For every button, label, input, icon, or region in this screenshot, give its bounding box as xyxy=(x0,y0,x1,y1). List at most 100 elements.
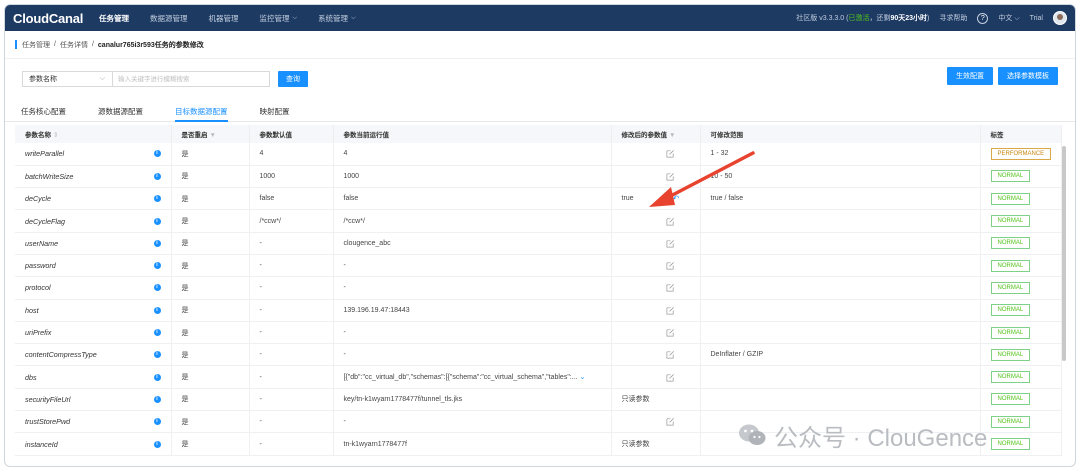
tag-cell: NORMAL xyxy=(980,209,1062,233)
edit-icon[interactable] xyxy=(666,373,675,382)
edit-icon[interactable] xyxy=(666,239,675,248)
table-scrollbar[interactable] xyxy=(1062,146,1066,361)
info-icon[interactable]: i xyxy=(153,440,161,448)
edit-icon[interactable] xyxy=(666,306,675,315)
nav-item-monitor[interactable]: 监控管理 ⌵ xyxy=(260,13,298,24)
current-value-cell: - xyxy=(333,254,612,278)
info-icon[interactable]: i xyxy=(153,239,161,247)
new-value-cell xyxy=(611,276,701,300)
default-value-cell: /*ccw*/ xyxy=(249,209,334,233)
tag-cell: NORMAL xyxy=(980,254,1062,278)
restart-cell: 是 xyxy=(171,232,250,255)
restart-cell: 是 xyxy=(171,299,250,322)
select-template-button[interactable]: 选择参数模板 xyxy=(998,67,1058,85)
tab-core-config[interactable]: 任务核心配置 xyxy=(21,99,66,122)
param-name-cell: batchWriteSize i xyxy=(15,165,172,189)
new-value-cell xyxy=(611,410,701,434)
info-icon[interactable]: i xyxy=(153,217,161,225)
edit-icon[interactable] xyxy=(666,283,675,292)
new-value-cell xyxy=(611,232,701,255)
help-link[interactable]: 寻求帮助 xyxy=(939,13,967,23)
new-value-cell xyxy=(611,209,701,233)
avatar[interactable] xyxy=(1053,11,1067,25)
param-name-cell: uriPrefix i xyxy=(15,321,172,345)
default-value-cell: - xyxy=(249,276,334,300)
edit-icon[interactable] xyxy=(666,328,675,337)
info-icon[interactable]: i xyxy=(153,329,161,337)
column-header-restart[interactable]: 是否重启 ▼ xyxy=(171,125,250,143)
info-icon[interactable]: i xyxy=(153,195,161,203)
edit-icon[interactable] xyxy=(666,217,675,226)
tag-cell: NORMAL xyxy=(980,299,1062,322)
search-input[interactable] xyxy=(112,71,270,87)
tag-badge: NORMAL xyxy=(990,259,1031,272)
default-value-cell: 1000 xyxy=(249,165,334,189)
table-row: uriPrefix i 是 - - NORMAL xyxy=(15,321,1062,345)
column-header-default: 参数默认值 xyxy=(249,125,334,143)
edit-icon[interactable] xyxy=(666,417,675,426)
logo: CloudCanal xyxy=(13,10,84,26)
undo-icon[interactable]: ↶ xyxy=(673,194,680,203)
param-name-cell: writeParallel i xyxy=(15,143,172,166)
param-name-cell: password i xyxy=(15,254,172,278)
filter-icon[interactable]: ▼ xyxy=(669,132,675,139)
apply-config-button[interactable]: 生效配置 xyxy=(947,67,993,85)
edit-icon[interactable] xyxy=(666,172,675,181)
restart-cell: 是 xyxy=(171,209,250,233)
restart-cell: 是 xyxy=(171,165,250,189)
edit-icon[interactable] xyxy=(666,261,675,270)
help-icon[interactable]: ? xyxy=(977,12,989,24)
info-icon[interactable]: i xyxy=(153,373,161,381)
tab-mapping-config[interactable]: 映射配置 xyxy=(260,99,290,122)
edit-icon[interactable] xyxy=(666,350,675,359)
chevron-down-icon: ⌵ xyxy=(351,14,356,21)
current-value-cell: false xyxy=(333,187,612,211)
restart-cell: 是 xyxy=(171,343,250,367)
edit-icon[interactable] xyxy=(663,194,672,203)
config-tabs: 任务核心配置 源数据源配置 目标数据源配置 映射配置 xyxy=(5,99,1075,122)
language-select[interactable]: 中文 ⌵ xyxy=(998,13,1019,23)
chevron-down-icon: ⌵ xyxy=(99,75,105,82)
edit-icon[interactable] xyxy=(666,149,675,158)
param-table: 参数名称 ⇕ 是否重启 ▼ 参数默认值 参数当前运行值 修改后的参数值 ▼ 可修改范围… xyxy=(15,125,1062,456)
table-row: protocol i 是 - - NORMAL xyxy=(15,276,1062,300)
default-value-cell: - xyxy=(249,299,334,322)
column-header-name[interactable]: 参数名称 ⇕ xyxy=(15,125,172,143)
query-button[interactable]: 查询 xyxy=(278,71,308,87)
nav-item-system[interactable]: 系统管理 ⌵ xyxy=(318,13,356,24)
info-icon[interactable]: i xyxy=(153,284,161,292)
info-icon[interactable]: i xyxy=(153,262,161,270)
chevron-down-icon: ⌵ xyxy=(292,14,298,21)
tag-cell: NORMAL xyxy=(980,388,1062,412)
param-name-cell: dbs i xyxy=(15,365,172,389)
new-value-cell xyxy=(611,321,701,345)
info-icon[interactable]: i xyxy=(153,395,161,403)
tab-source-config[interactable]: 源数据源配置 xyxy=(98,99,143,122)
tag-badge: NORMAL xyxy=(990,237,1031,250)
new-value-cell: true ↶ xyxy=(611,187,701,211)
breadcrumb-item-task[interactable]: 任务管理 xyxy=(22,40,50,50)
filter-icon[interactable]: ▼ xyxy=(210,132,216,139)
param-field-select[interactable]: 参数名称 ⌵ xyxy=(22,71,112,87)
nav-item-task[interactable]: 任务管理 xyxy=(99,13,129,24)
range-cell: 10 - 50 xyxy=(700,165,981,189)
info-icon[interactable]: i xyxy=(153,418,161,426)
info-icon[interactable]: i xyxy=(153,351,161,359)
expand-icon[interactable]: ⌄ xyxy=(580,374,586,381)
info-icon[interactable]: i xyxy=(153,172,161,180)
sort-icon[interactable]: ⇕ xyxy=(53,132,58,139)
breadcrumb-item-detail[interactable]: 任务详情 xyxy=(60,40,88,50)
table-row: userName i 是 - clougence_abc NORMAL xyxy=(15,232,1062,255)
breadcrumb-separator: / xyxy=(91,41,94,48)
info-icon[interactable]: i xyxy=(153,150,161,158)
column-header-new-value[interactable]: 修改后的参数值 ▼ xyxy=(611,125,701,143)
param-name-cell: deCycle i xyxy=(15,187,172,211)
tab-target-config[interactable]: 目标数据源配置 xyxy=(175,99,228,122)
restart-cell: 是 xyxy=(171,365,250,389)
nav-item-machine[interactable]: 机器管理 xyxy=(209,13,239,24)
license-info: 社区版 v3.3.3.0 (已激活，还剩90天23小时) xyxy=(796,15,930,22)
info-icon[interactable]: i xyxy=(153,306,161,314)
nav-item-datasource[interactable]: 数据源管理 xyxy=(150,13,188,24)
user-name[interactable]: Trial xyxy=(1030,15,1043,22)
table-row: batchWriteSize i 是 1000 1000 10 - 50 NORMAL xyxy=(15,165,1062,189)
